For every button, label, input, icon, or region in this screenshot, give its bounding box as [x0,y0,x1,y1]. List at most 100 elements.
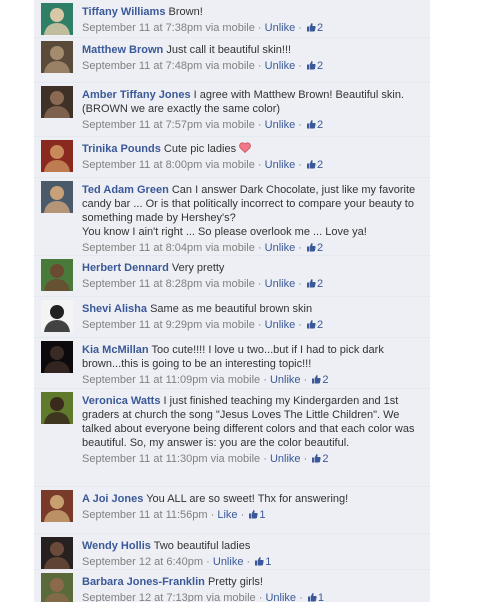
like-count[interactable]: 2 [317,278,323,290]
comment-author-link[interactable]: Barbara Jones-Franklin [82,576,205,588]
like-link[interactable]: Like [217,509,237,521]
like-count[interactable]: 2 [317,319,323,331]
thumbs-up-icon[interactable] [311,374,321,384]
comment-author-link[interactable]: Ted Adam Green [82,184,169,196]
comment-timestamp[interactable]: September 11 at 11:30pm via mobile [82,453,260,465]
unlike-link[interactable]: Unlike [265,278,296,290]
comment-timestamp[interactable]: September 11 at 7:38pm via mobile [82,22,255,34]
avatar[interactable] [41,140,73,172]
avatar[interactable] [41,490,73,522]
avatar[interactable] [41,537,73,569]
separator-dot: · [246,556,251,568]
unlike-link[interactable]: Unlike [265,592,296,602]
separator-dot: · [298,119,302,131]
thumbs-up-icon[interactable] [306,60,316,70]
comment-text: Pretty girls! [207,576,263,588]
thumbs-up-icon[interactable] [311,453,321,463]
thumbs-up-icon[interactable] [307,592,317,602]
comment-timestamp[interactable]: September 11 at 8:00pm via mobile [82,159,255,171]
unlike-link[interactable]: Unlike [265,319,296,331]
comment-timestamp[interactable]: September 11 at 9:29pm via mobile [82,319,255,331]
avatar[interactable] [41,259,73,291]
comment-item: Herbert Dennard Very pretty September 11 … [34,255,430,296]
like-count[interactable]: 2 [317,119,323,131]
comment-timestamp[interactable]: September 11 at 11:56pm [82,509,208,521]
comment-author-link[interactable]: Veronica Watts [82,395,160,407]
comment-item: A Joi Jones You ALL are so sweet! Thx fo… [34,486,430,533]
separator-dot: · [298,278,302,290]
separator-dot: · [257,159,262,171]
avatar[interactable] [41,300,73,332]
separator-dot: · [206,556,210,568]
like-count[interactable]: 2 [317,159,323,171]
unlike-link[interactable]: Unlike [265,242,296,254]
separator-dot: · [263,374,267,386]
avatar[interactable] [41,3,73,35]
unlike-link[interactable]: Unlike [270,453,301,465]
comment-item: Kia McMillan Too cute!!!! I love u two..… [34,337,430,388]
heart-emoji-icon [239,142,251,154]
comment-item: Matthew Brown Just call it beautiful ski… [34,37,430,82]
like-count[interactable]: 2 [322,374,328,386]
avatar[interactable] [41,392,73,424]
unlike-link[interactable]: Unlike [265,22,296,34]
comment-timestamp[interactable]: September 11 at 7:57pm via mobile [82,119,255,131]
comment-author-link[interactable]: Tiffany Williams [82,6,165,18]
comment-list: Tiffany Williams Brown! September 11 at 7… [34,0,430,602]
like-count[interactable]: 2 [317,242,323,254]
separator-dot: · [298,319,302,331]
thumbs-up-icon[interactable] [306,22,316,32]
separator-dot: · [303,453,308,465]
comment-timestamp[interactable]: September 12 at 7:13pm via mobile [82,592,256,602]
comment-timestamp[interactable]: September 12 at 6:40pm [82,556,203,568]
comment-item: Barbara Jones-Franklin Pretty girls! Sept… [34,569,430,602]
avatar[interactable] [41,341,73,373]
separator-dot: · [257,242,262,254]
separator-dot: · [257,22,262,34]
avatar[interactable] [41,181,73,213]
comment-timestamp[interactable]: September 11 at 11:09pm via mobile [82,374,260,386]
comment-author-link[interactable]: Amber Tiffany Jones [82,89,191,101]
unlike-link[interactable]: Unlike [213,556,244,568]
unlike-link[interactable]: Unlike [265,159,296,171]
separator-dot: · [258,592,263,602]
thumbs-up-icon[interactable] [254,556,264,566]
comment-timestamp[interactable]: September 11 at 7:48pm via mobile [82,60,255,72]
comment-author-link[interactable]: Wendy Hollis [82,540,151,552]
comment-author-link[interactable]: Trinika Pounds [82,143,161,155]
comment-author-link[interactable]: Shevi Alisha [82,303,147,315]
avatar[interactable] [41,41,73,73]
like-count[interactable]: 1 [318,592,324,602]
separator-dot: · [240,509,245,521]
like-count[interactable]: 1 [259,509,265,521]
comment-timestamp[interactable]: September 11 at 8:04pm via mobile [82,242,255,254]
thumbs-up-icon[interactable] [306,119,316,129]
comment-timestamp[interactable]: September 11 at 8:28pm via mobile [82,278,255,290]
thumbs-up-icon[interactable] [306,278,316,288]
like-count[interactable]: 2 [322,453,328,465]
comment-author-link[interactable]: Herbert Dennard [82,262,169,274]
thumbs-up-icon[interactable] [306,242,316,252]
unlike-link[interactable]: Unlike [270,374,301,386]
comment-text: You ALL are so sweet! Thx for answering! [146,493,349,505]
comment-text: Same as me beautiful brown skin [150,303,313,315]
thumbs-up-icon[interactable] [306,159,316,169]
unlike-link[interactable]: Unlike [265,119,296,131]
like-count[interactable]: 2 [317,60,323,72]
avatar[interactable] [41,86,73,118]
comment-author-link[interactable]: Matthew Brown [82,44,163,56]
separator-dot: · [257,278,262,290]
thumbs-up-icon[interactable] [306,319,316,329]
thumbs-up-icon[interactable] [248,509,258,519]
separator-dot: · [303,374,308,386]
like-count[interactable]: 1 [265,556,271,568]
separator-dot: · [257,319,262,331]
comment-item: Shevi Alisha Same as me beautiful brown … [34,296,430,337]
separator-dot: · [298,242,302,254]
comment-author-link[interactable]: Kia McMillan [82,344,149,356]
avatar[interactable] [41,573,73,602]
comment-author-link[interactable]: A Joi Jones [82,493,143,505]
comment-item: Wendy Hollis Two beautiful ladies Septemb… [34,533,430,569]
unlike-link[interactable]: Unlike [265,60,296,72]
like-count[interactable]: 2 [317,22,323,34]
